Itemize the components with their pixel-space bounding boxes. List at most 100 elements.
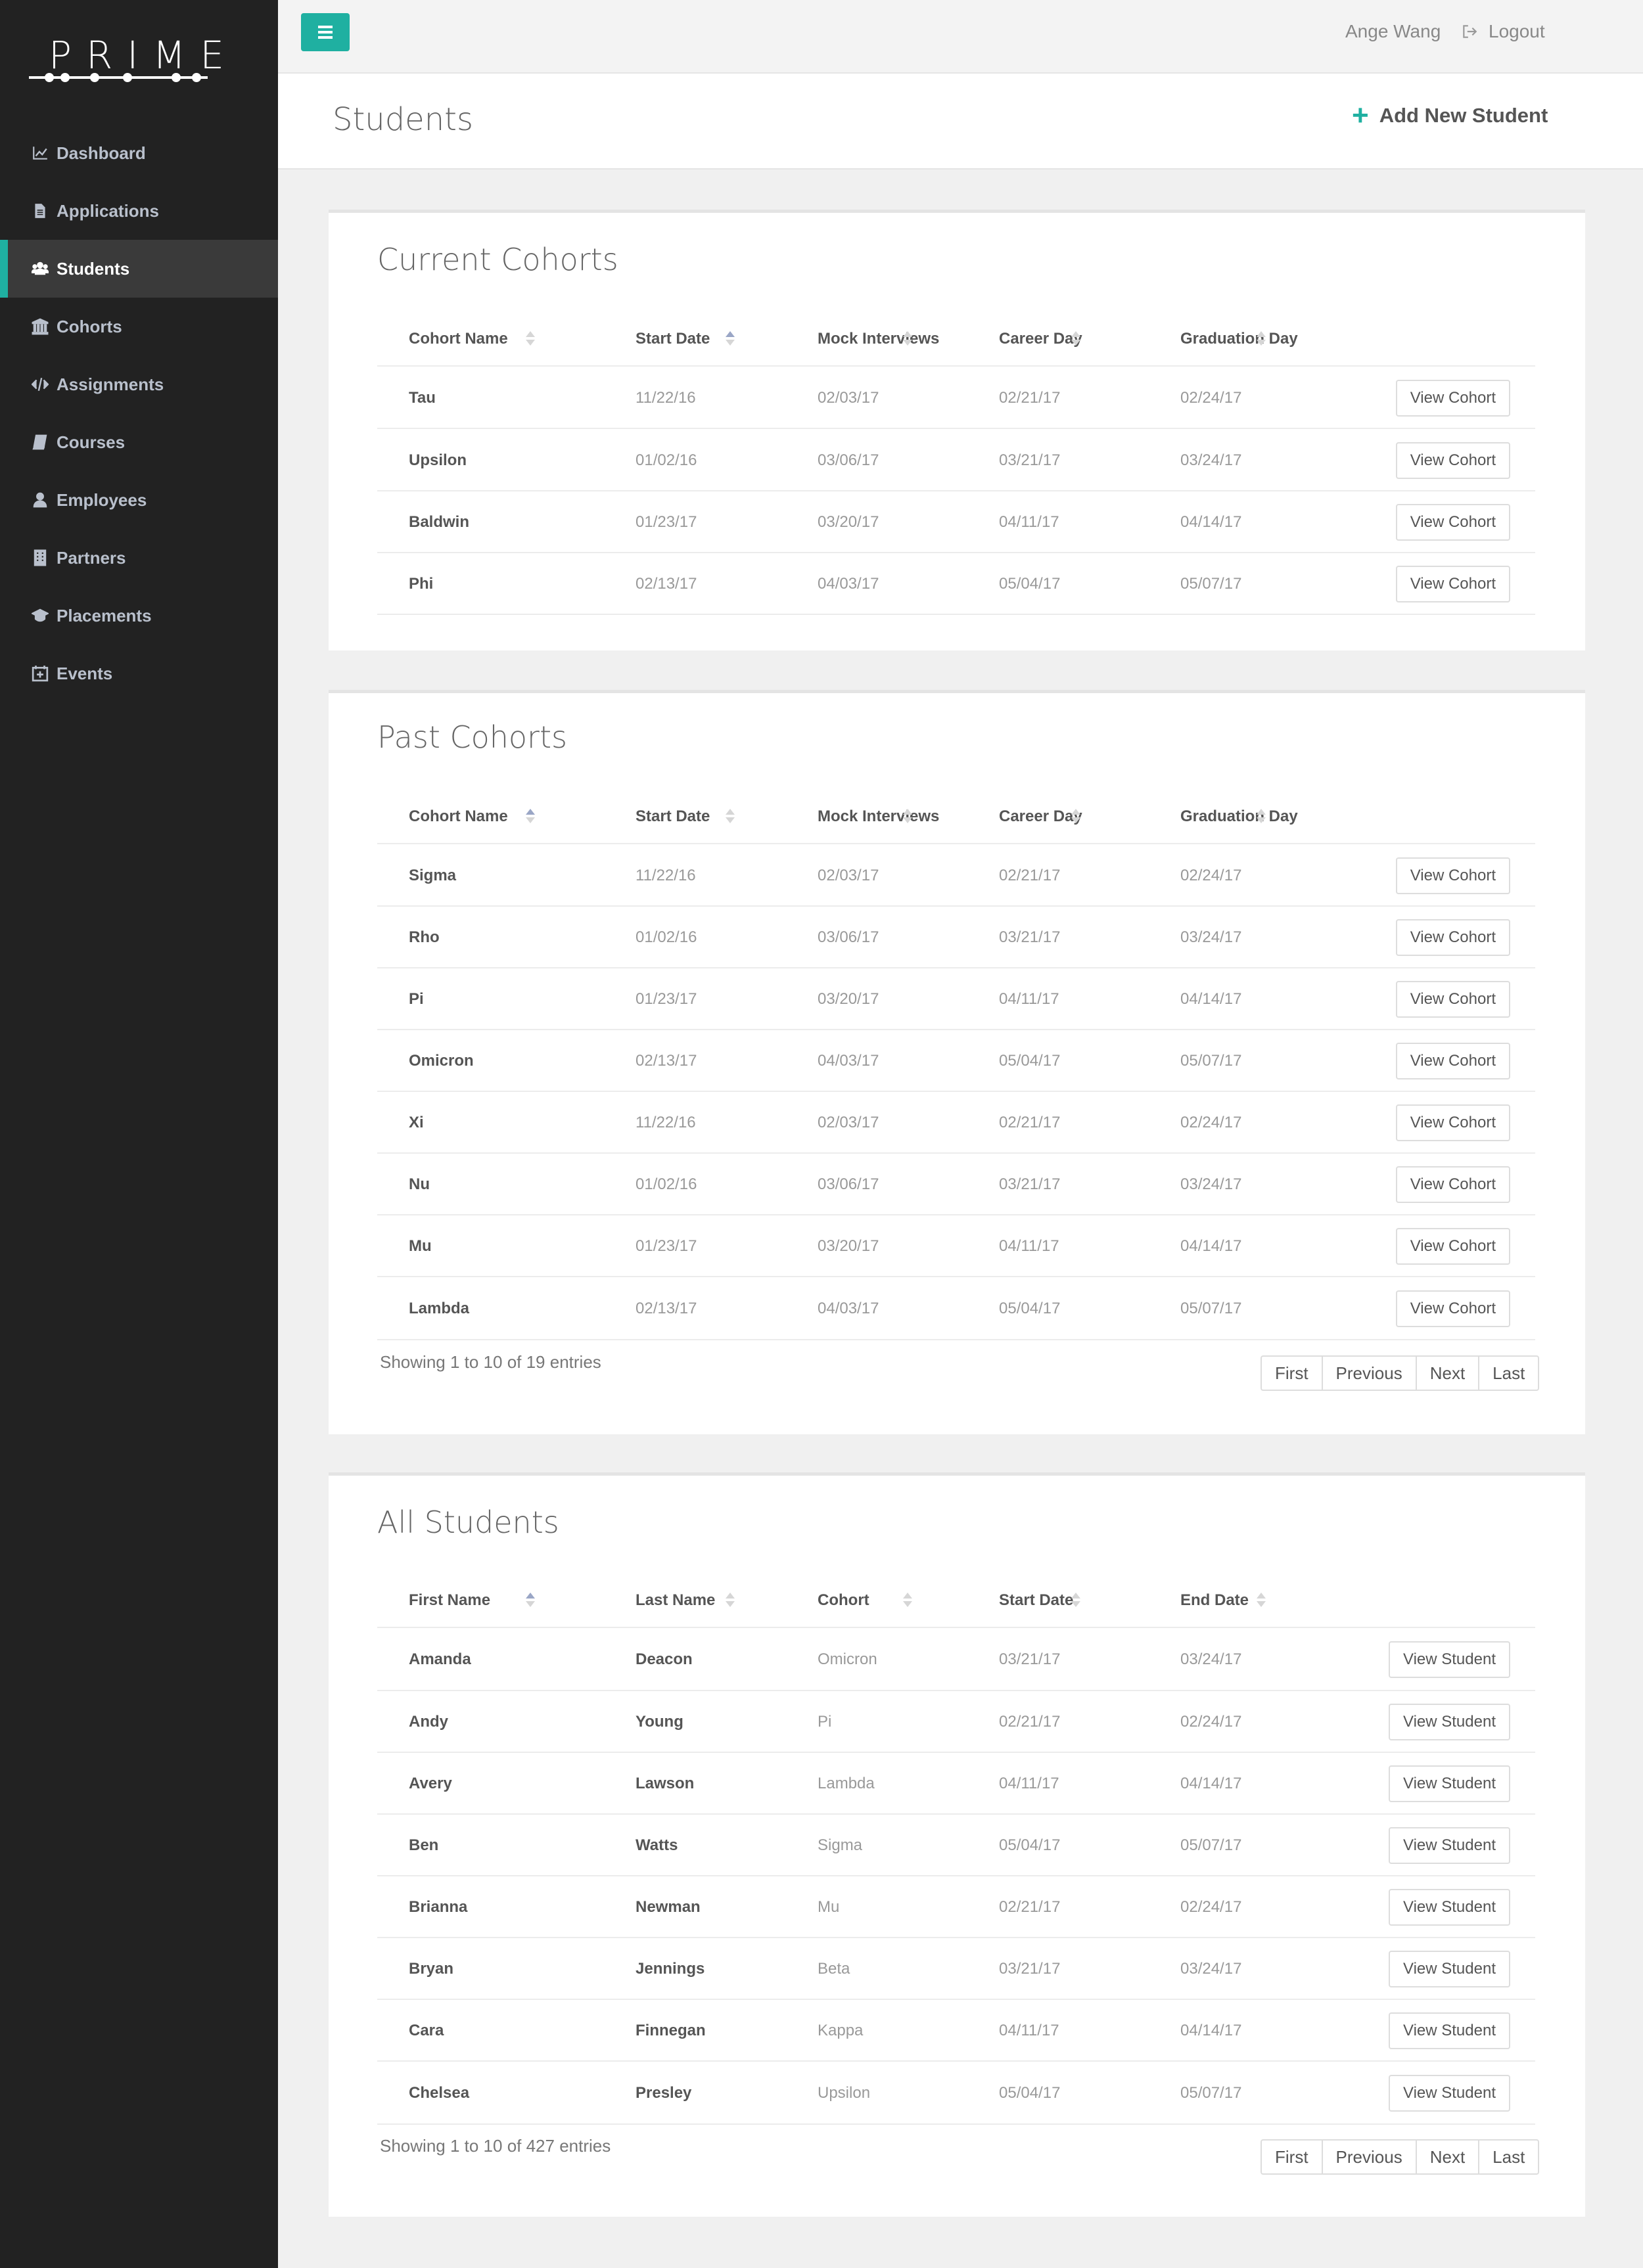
table-cell: 11/22/16	[636, 388, 696, 407]
table-cell: 05/04/17	[999, 575, 1061, 593]
column-header[interactable]: Cohort Name	[409, 807, 508, 826]
column-header[interactable]: Start Date	[999, 1591, 1073, 1610]
view-cohort-button[interactable]: View Cohort	[1395, 1290, 1510, 1327]
view-cohort-button[interactable]: View Cohort	[1395, 504, 1510, 541]
pagination-previous-button[interactable]: Previous	[1321, 2141, 1416, 2173]
view-student-button[interactable]: View Student	[1389, 1704, 1510, 1740]
table-cell: 01/02/16	[636, 451, 697, 469]
sidebar-item-partners[interactable]: Partners	[0, 529, 278, 587]
pagination-next-button[interactable]: Next	[1415, 2141, 1478, 2173]
view-cohort-button[interactable]: View Cohort	[1395, 566, 1510, 602]
view-cohort-button[interactable]: View Cohort	[1395, 1043, 1510, 1079]
table-cell: Amanda	[409, 1650, 471, 1668]
pagination-last-button[interactable]: Last	[1478, 1357, 1538, 1390]
pagination-next-button[interactable]: Next	[1415, 1357, 1478, 1390]
sidebar-item-applications[interactable]: Applications	[0, 182, 278, 240]
sort-icon[interactable]	[526, 1591, 535, 1611]
column-header[interactable]: Cohort	[818, 1591, 869, 1610]
sign-out-icon	[1463, 25, 1477, 38]
table-cell: 03/06/17	[818, 451, 879, 469]
view-cohort-button[interactable]: View Cohort	[1395, 442, 1510, 479]
sort-icon[interactable]	[1257, 1591, 1266, 1611]
table-cell: 02/24/17	[1180, 866, 1242, 884]
sort-icon[interactable]	[1071, 330, 1080, 350]
sort-icon[interactable]	[526, 807, 535, 827]
table-cell: Sigma	[818, 1836, 863, 1854]
table-row: Upsilon 01/02/16 03/06/17 03/21/17 03/24/17 V…	[377, 429, 1535, 491]
sidebar-item-students[interactable]: Students	[0, 240, 278, 298]
user-name[interactable]: Ange Wang	[1345, 21, 1441, 42]
panel-title: All Students	[377, 1505, 559, 1540]
view-cohort-button[interactable]: View Cohort	[1395, 379, 1510, 417]
table-cell: 02/21/17	[999, 388, 1061, 407]
sort-icon[interactable]	[903, 1591, 912, 1611]
pagination-previous-button[interactable]: Previous	[1321, 1357, 1416, 1390]
sidebar-item-employees[interactable]: Employees	[0, 471, 278, 529]
sort-icon[interactable]	[526, 330, 535, 350]
sort-icon[interactable]	[726, 807, 735, 827]
table-cell: 02/24/17	[1180, 388, 1242, 407]
sidebar-item-dashboard[interactable]: Dashboard	[0, 124, 278, 182]
column-header[interactable]: Last Name	[636, 1591, 715, 1610]
view-student-button[interactable]: View Student	[1389, 1827, 1510, 1864]
sort-icon[interactable]	[1257, 807, 1266, 827]
table-cell: 01/23/17	[636, 1237, 697, 1255]
view-student-button[interactable]: View Student	[1389, 1889, 1510, 1926]
sort-icon[interactable]	[903, 330, 912, 350]
prime-logo[interactable]: PRIME	[29, 33, 224, 87]
column-header[interactable]: Career Day	[999, 807, 1082, 826]
sidebar-item-courses[interactable]: Courses	[0, 413, 278, 471]
column-header[interactable]: Mock Interviews	[818, 330, 939, 348]
view-cohort-button[interactable]: View Cohort	[1395, 919, 1510, 956]
sort-icon[interactable]	[1071, 807, 1080, 827]
sort-icon[interactable]	[726, 330, 735, 350]
view-student-button[interactable]: View Student	[1389, 1951, 1510, 1987]
table-cell: Brianna	[409, 1898, 468, 1916]
table-cell: Pi	[818, 1713, 832, 1731]
column-header[interactable]: Start Date	[636, 330, 710, 348]
sort-icon[interactable]	[903, 807, 912, 827]
table-cell: 04/03/17	[818, 1300, 879, 1317]
sidebar-item-cohorts[interactable]: Cohorts	[0, 298, 278, 355]
table-cell: 04/03/17	[818, 1052, 879, 1070]
column-header[interactable]: Career Day	[999, 330, 1082, 348]
menu-toggle-button[interactable]	[301, 13, 350, 51]
sort-icon[interactable]	[1071, 1591, 1080, 1611]
column-header[interactable]: Graduation Day	[1180, 330, 1298, 348]
table-cell: 02/21/17	[999, 1713, 1061, 1731]
sidebar-item-placements[interactable]: Placements	[0, 587, 278, 645]
view-student-button[interactable]: View Student	[1389, 1641, 1510, 1678]
view-cohort-button[interactable]: View Cohort	[1395, 981, 1510, 1018]
table-cell: 04/14/17	[1180, 513, 1242, 531]
pagination-last-button[interactable]: Last	[1478, 2141, 1538, 2173]
graduation-cap-icon	[30, 606, 50, 625]
past-cohorts-panel: Past Cohorts Cohort Name Start Date Mock I…	[329, 690, 1585, 1434]
add-new-student-button[interactable]: + Add New Student	[1352, 101, 1548, 130]
view-cohort-button[interactable]: View Cohort	[1395, 1228, 1510, 1265]
table-cell: Newman	[636, 1898, 701, 1916]
pagination-first-button[interactable]: First	[1262, 2141, 1322, 2173]
table-cell: Young	[636, 1713, 683, 1731]
view-student-button[interactable]: View Student	[1389, 1765, 1510, 1802]
view-cohort-button[interactable]: View Cohort	[1395, 1104, 1510, 1141]
view-student-button[interactable]: View Student	[1389, 2075, 1510, 2112]
table-row: Bryan Jennings Beta 03/21/17 03/24/17 View St…	[377, 1938, 1535, 2000]
table-cell: Ben	[409, 1836, 439, 1854]
sort-icon[interactable]	[1257, 330, 1266, 350]
sidebar-item-events[interactable]: Events	[0, 645, 278, 702]
sidebar-item-assignments[interactable]: Assignments	[0, 355, 278, 413]
column-header[interactable]: Start Date	[636, 807, 710, 826]
view-cohort-button[interactable]: View Cohort	[1395, 857, 1510, 894]
table-row: Nu 01/02/16 03/06/17 03/21/17 03/24/17 View C…	[377, 1154, 1535, 1215]
column-header[interactable]: End Date	[1180, 1591, 1249, 1610]
view-cohort-button[interactable]: View Cohort	[1395, 1166, 1510, 1203]
view-student-button[interactable]: View Student	[1389, 2012, 1510, 2049]
column-header[interactable]: First Name	[409, 1591, 490, 1610]
sort-icon[interactable]	[726, 1591, 735, 1611]
column-header[interactable]: Mock Interviews	[818, 807, 939, 826]
pagination-first-button[interactable]: First	[1262, 1357, 1322, 1390]
table-header: Cohort Name Start Date Mock Interviews Care…	[377, 793, 1535, 844]
logout-link[interactable]: Logout	[1461, 21, 1545, 42]
column-header[interactable]: Cohort Name	[409, 330, 508, 348]
column-header[interactable]: Graduation Day	[1180, 807, 1298, 826]
